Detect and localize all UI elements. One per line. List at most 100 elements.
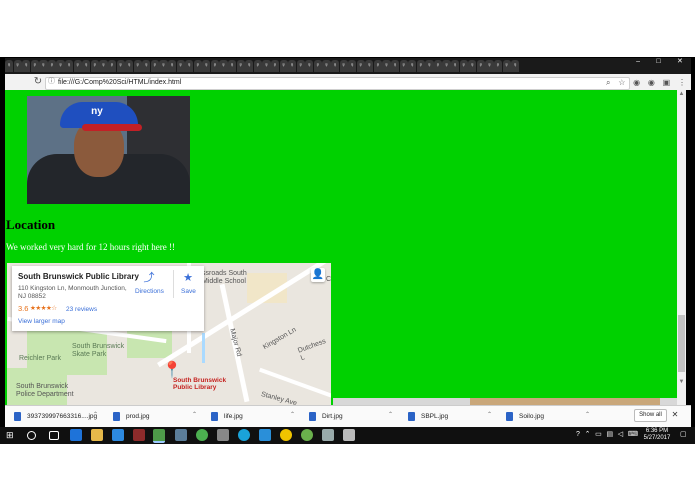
browser-tab[interactable]: ♀: [116, 60, 125, 72]
minimize-button[interactable]: –: [636, 58, 640, 66]
browser-tab[interactable]: ♀: [305, 60, 314, 72]
chevron-up-icon[interactable]: ⌃: [192, 411, 197, 418]
ie-icon[interactable]: [112, 429, 124, 441]
browser-tab[interactable]: ♀: [167, 60, 177, 72]
browser-tab[interactable]: ♀: [176, 60, 185, 72]
maximize-button[interactable]: □: [656, 58, 660, 66]
show-all-downloads-button[interactable]: Show all: [634, 409, 667, 422]
windows-start-icon[interactable]: ⊞: [6, 429, 18, 441]
browser-tab[interactable]: ♀: [451, 60, 460, 72]
browser-tab[interactable]: ♀: [391, 60, 400, 72]
download-item[interactable]: 393739997663316....jpg: [14, 408, 97, 424]
browser-tab[interactable]: ♀: [125, 60, 134, 72]
browser-tab[interactable]: ♀: [253, 60, 262, 72]
app-icon-1[interactable]: [133, 429, 145, 441]
browser-tab[interactable]: ♀: [442, 60, 451, 72]
keyboard-icon[interactable]: ⌨: [628, 430, 638, 440]
app-icon-7[interactable]: [301, 429, 313, 441]
browser-tab[interactable]: ♀: [433, 60, 443, 72]
scroll-up-arrow-icon[interactable]: ▲: [678, 91, 685, 98]
browser-tab[interactable]: ♀: [425, 60, 434, 72]
browser-tab[interactable]: ♀: [365, 60, 374, 72]
browser-tab[interactable]: ♀: [159, 60, 168, 72]
extension-icon-3[interactable]: ▣: [663, 78, 671, 87]
tab-strip[interactable]: ♀ ♀ ♀ ♀ ♀ ♀ ♀ ♀ ♀ ♀ ♀ ♀ ♀ ♀ ♀ ♀ ♀ ♀ ♀ ♀ ♀ ♀ ♀ ♀ ♀ ♀ ♀ ♀ ♀ ♀ ♀ ♀ ♀ ♀ ♀ ♀ ♀ ♀ ♀ ♀…: [5, 58, 691, 74]
download-item[interactable]: Dirt.jpg: [309, 408, 343, 424]
browser-tab[interactable]: ♀: [22, 60, 31, 72]
system-tray[interactable]: ? ⌃ ▭ ▤ ◁ ⌨: [576, 430, 638, 440]
browser-tab[interactable]: ♀: [185, 60, 194, 72]
reload-icon[interactable]: ↻: [32, 76, 44, 88]
browser-tab[interactable]: ♀: [493, 60, 503, 72]
file-explorer-icon[interactable]: [91, 429, 103, 441]
browser-tab[interactable]: ♀: [330, 60, 340, 72]
browser-tab[interactable]: ♀: [339, 60, 348, 72]
browser-tab[interactable]: ♀: [270, 60, 280, 72]
browser-tab[interactable]: ♀: [288, 60, 297, 72]
directions-button[interactable]: Directions: [135, 288, 164, 296]
browser-tab[interactable]: ♀: [476, 60, 485, 72]
download-item[interactable]: Soilo.jpg: [506, 408, 544, 424]
browser-tab[interactable]: ♀: [262, 60, 271, 72]
chevron-up-icon[interactable]: ⌃: [487, 411, 492, 418]
app-icon-4[interactable]: [217, 429, 229, 441]
photos-icon[interactable]: [322, 429, 334, 441]
browser-tab[interactable]: ♀: [39, 60, 48, 72]
app-icon-5[interactable]: [238, 429, 250, 441]
zoom-icon[interactable]: ⌕: [606, 78, 610, 88]
browser-tab[interactable]: ♀: [348, 60, 357, 72]
scrollbar-thumb[interactable]: [678, 315, 685, 372]
chevron-up-icon[interactable]: ⌃: [290, 411, 295, 418]
volume-icon[interactable]: ◁: [618, 430, 623, 440]
browser-tab[interactable]: ♀: [219, 60, 228, 72]
browser-tab[interactable]: ♀: [313, 60, 322, 72]
task-view-icon[interactable]: [49, 431, 59, 440]
app-icon-3[interactable]: [196, 429, 208, 441]
chevron-up-icon[interactable]: ⌃: [585, 430, 591, 440]
cortana-icon[interactable]: [27, 431, 36, 440]
browser-tab[interactable]: ♀: [202, 60, 211, 72]
browser-tab[interactable]: ♀: [356, 60, 365, 72]
browser-tab[interactable]: ♀: [99, 60, 108, 72]
browser-tab[interactable]: ♀: [245, 60, 254, 72]
menu-icon[interactable]: ⋮: [678, 78, 686, 87]
tray-clock[interactable]: 6:36 PM 5/27/2017: [640, 428, 674, 442]
street-view-pegman-icon[interactable]: 👤: [311, 268, 325, 282]
window-controls[interactable]: – □ ✕: [628, 58, 691, 66]
network-icon[interactable]: ▤: [606, 430, 613, 440]
browser-tab[interactable]: ♀: [373, 60, 383, 72]
browser-tab[interactable]: ♀: [296, 60, 305, 72]
browser-tab[interactable]: ♀: [56, 60, 65, 72]
app-icon-6[interactable]: [280, 429, 292, 441]
browser-tab[interactable]: ♀: [408, 60, 417, 72]
download-item[interactable]: SBPL.jpg: [408, 408, 448, 424]
browser-tab[interactable]: ♀: [82, 60, 91, 72]
browser-tab[interactable]: ♀: [399, 60, 408, 72]
close-downloads-icon[interactable]: ✕: [670, 409, 680, 420]
url-text[interactable]: file:///G:/Comp%20Sci/HTML/index.html: [58, 77, 181, 88]
chevron-up-icon[interactable]: ⌃: [585, 411, 590, 418]
download-item[interactable]: prod.jpg: [113, 408, 150, 424]
chevron-up-icon[interactable]: ⌃: [93, 411, 98, 418]
app-icon-2[interactable]: [175, 429, 187, 441]
browser-tab[interactable]: ♀: [193, 60, 202, 72]
extension-icon-1[interactable]: ◉: [633, 78, 640, 87]
chevron-up-icon[interactable]: ⌃: [388, 411, 393, 418]
browser-tab[interactable]: ♀: [416, 60, 425, 72]
page-info-icon[interactable]: ⓘ: [48, 78, 56, 86]
browser-tab[interactable]: ♀: [236, 60, 245, 72]
browser-tab[interactable]: ♀: [210, 60, 220, 72]
browser-tab[interactable]: ♀: [468, 60, 477, 72]
view-larger-map-link[interactable]: View larger map: [18, 318, 65, 326]
chrome-icon[interactable]: [153, 429, 165, 443]
browser-tab[interactable]: ♀: [13, 60, 22, 72]
download-item[interactable]: life.jpg: [211, 408, 243, 424]
notifications-icon[interactable]: ▢: [680, 430, 688, 440]
browser-tab[interactable]: ♀: [459, 60, 468, 72]
browser-tab[interactable]: ♀: [382, 60, 391, 72]
directions-icon[interactable]: ⤴: [142, 272, 156, 284]
browser-tab[interactable]: ♀: [107, 60, 117, 72]
bookmark-star-icon[interactable]: ☆: [618, 78, 625, 87]
browser-tab[interactable]: ♀: [47, 60, 57, 72]
save-button[interactable]: Save: [181, 288, 196, 296]
